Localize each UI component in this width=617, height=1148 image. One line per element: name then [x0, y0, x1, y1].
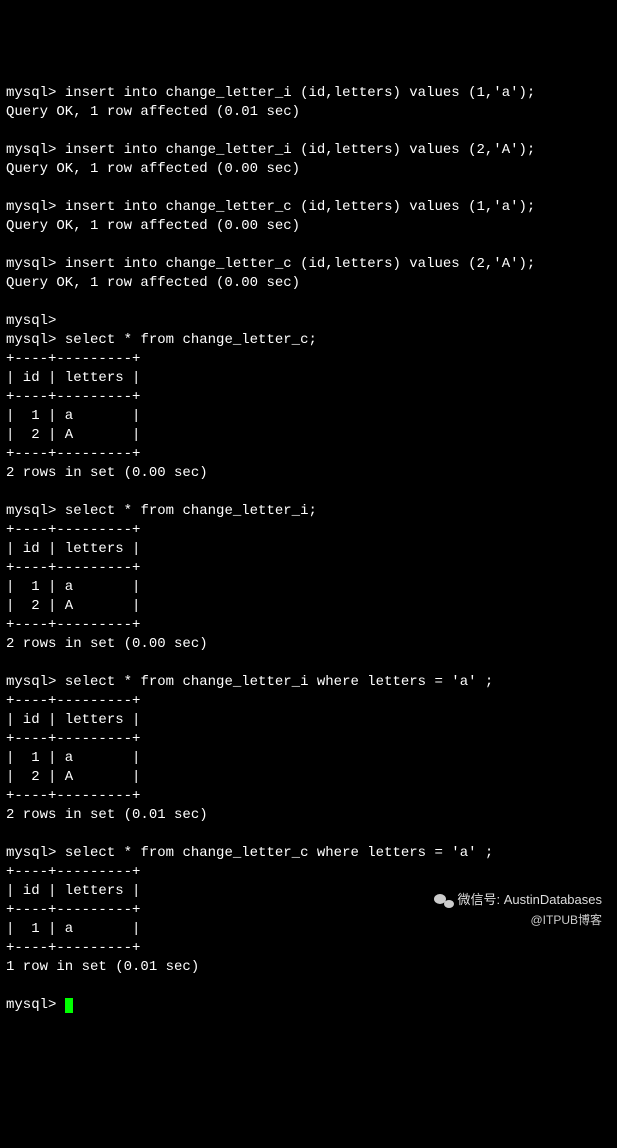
- sql-command: insert into change_letter_c (id,letters)…: [65, 199, 535, 215]
- wechat-icon: [434, 893, 454, 909]
- sql-command: select * from change_letter_c where lett…: [65, 845, 493, 861]
- table-header: | id | letters |: [6, 883, 140, 899]
- prompt: mysql>: [6, 503, 56, 519]
- table-border: +----+---------+: [6, 560, 140, 576]
- table-row: | 1 | a |: [6, 408, 140, 424]
- table-row: | 1 | a |: [6, 750, 140, 766]
- prompt: mysql>: [6, 199, 56, 215]
- table-header: | id | letters |: [6, 712, 140, 728]
- watermark: 微信号: AustinDatabases @ITPUB博客: [434, 890, 602, 930]
- query-response: Query OK, 1 row affected (0.00 sec): [6, 275, 300, 291]
- table-border: +----+---------+: [6, 617, 140, 633]
- sql-command: insert into change_letter_c (id,letters)…: [65, 256, 535, 272]
- query-response: Query OK, 1 row affected (0.01 sec): [6, 104, 300, 120]
- table-border: +----+---------+: [6, 446, 140, 462]
- prompt: mysql>: [6, 256, 56, 272]
- table-row: | 2 | A |: [6, 598, 140, 614]
- watermark-text: 微信号: AustinDatabases: [457, 892, 602, 907]
- table-header: | id | letters |: [6, 541, 140, 557]
- table-border: +----+---------+: [6, 731, 140, 747]
- cursor-icon[interactable]: [65, 998, 73, 1013]
- prompt: mysql>: [6, 674, 56, 690]
- table-border: +----+---------+: [6, 389, 140, 405]
- watermark-subtext: @ITPUB博客: [434, 911, 602, 930]
- sql-command: insert into change_letter_i (id,letters)…: [65, 142, 535, 158]
- result-summary: 2 rows in set (0.01 sec): [6, 807, 208, 823]
- table-border: +----+---------+: [6, 522, 140, 538]
- result-summary: 2 rows in set (0.00 sec): [6, 465, 208, 481]
- query-response: Query OK, 1 row affected (0.00 sec): [6, 161, 300, 177]
- sql-command: select * from change_letter_i;: [65, 503, 317, 519]
- query-response: Query OK, 1 row affected (0.00 sec): [6, 218, 300, 234]
- prompt: mysql>: [6, 85, 56, 101]
- result-summary: 1 row in set (0.01 sec): [6, 959, 199, 975]
- sql-command: select * from change_letter_i where lett…: [65, 674, 493, 690]
- table-border: +----+---------+: [6, 788, 140, 804]
- table-border: +----+---------+: [6, 940, 140, 956]
- prompt: mysql>: [6, 845, 56, 861]
- result-summary: 2 rows in set (0.00 sec): [6, 636, 208, 652]
- prompt: mysql>: [6, 313, 56, 329]
- sql-command: insert into change_letter_i (id,letters)…: [65, 85, 535, 101]
- prompt: mysql>: [6, 332, 56, 348]
- table-header: | id | letters |: [6, 370, 140, 386]
- terminal-output: mysql> insert into change_letter_i (id,l…: [6, 84, 611, 1015]
- table-border: +----+---------+: [6, 693, 140, 709]
- table-row: | 2 | A |: [6, 769, 140, 785]
- table-row: | 1 | a |: [6, 579, 140, 595]
- table-row: | 2 | A |: [6, 427, 140, 443]
- table-border: +----+---------+: [6, 351, 140, 367]
- sql-command: select * from change_letter_c;: [65, 332, 317, 348]
- table-border: +----+---------+: [6, 864, 140, 880]
- prompt: mysql>: [6, 997, 56, 1013]
- table-border: +----+---------+: [6, 902, 140, 918]
- prompt: mysql>: [6, 142, 56, 158]
- table-row: | 1 | a |: [6, 921, 140, 937]
